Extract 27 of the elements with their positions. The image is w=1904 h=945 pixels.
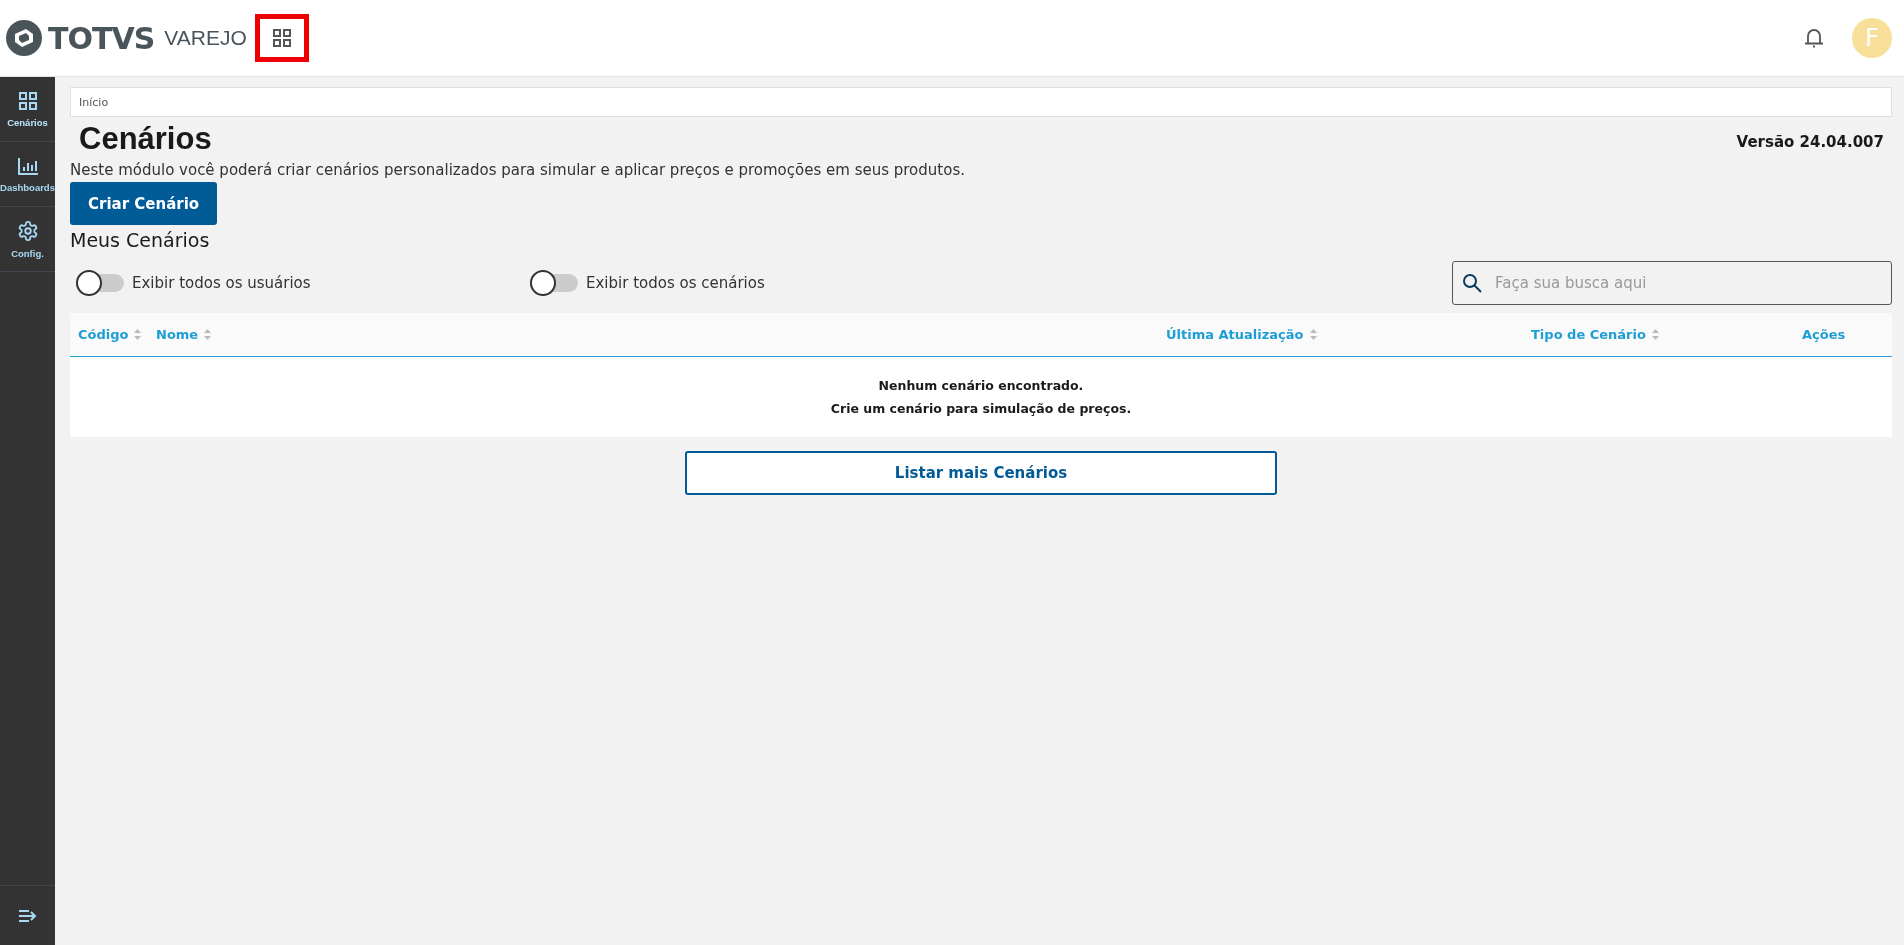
search-icon [1462, 273, 1482, 293]
bar-chart-icon [16, 155, 39, 176]
toggle-label: Exibir todos os usuários [132, 274, 311, 292]
bell-icon[interactable] [1804, 27, 1824, 49]
list-more-button[interactable]: Listar mais Cenários [685, 451, 1277, 495]
page-title: Cenários [79, 121, 212, 157]
sort-icon [1309, 329, 1317, 340]
breadcrumb-link[interactable]: Início [79, 95, 109, 109]
page-description: Neste módulo você poderá criar cenários personalizados para simular e aplicar preços e promoções em seus produtos. [70, 161, 966, 179]
brand-name: TOTVS [48, 20, 155, 56]
version-label: Versão 24.04.007 [1736, 133, 1884, 151]
toggle-label: Exibir todos os cenários [586, 274, 765, 292]
settings-icon [16, 219, 39, 242]
sort-icon [204, 329, 212, 340]
expand-menu-icon[interactable] [18, 908, 37, 923]
apps-button[interactable] [254, 14, 309, 62]
grid-icon [271, 28, 292, 48]
create-button[interactable]: Criar Cenário [70, 182, 218, 225]
grid-icon [17, 90, 38, 111]
empty-message: Crie um cenário para simulação de preços. [830, 401, 1132, 416]
product-name: VAREJO [164, 26, 247, 50]
sort-icon [1651, 329, 1659, 340]
section-title: Meus Cenários [70, 229, 211, 251]
empty-message: Nenhum cenário encontrado. [878, 378, 1084, 393]
logo-icon [6, 20, 42, 56]
sort-icon [134, 329, 142, 340]
search-field[interactable]: Faça sua busca aqui [1452, 261, 1892, 305]
